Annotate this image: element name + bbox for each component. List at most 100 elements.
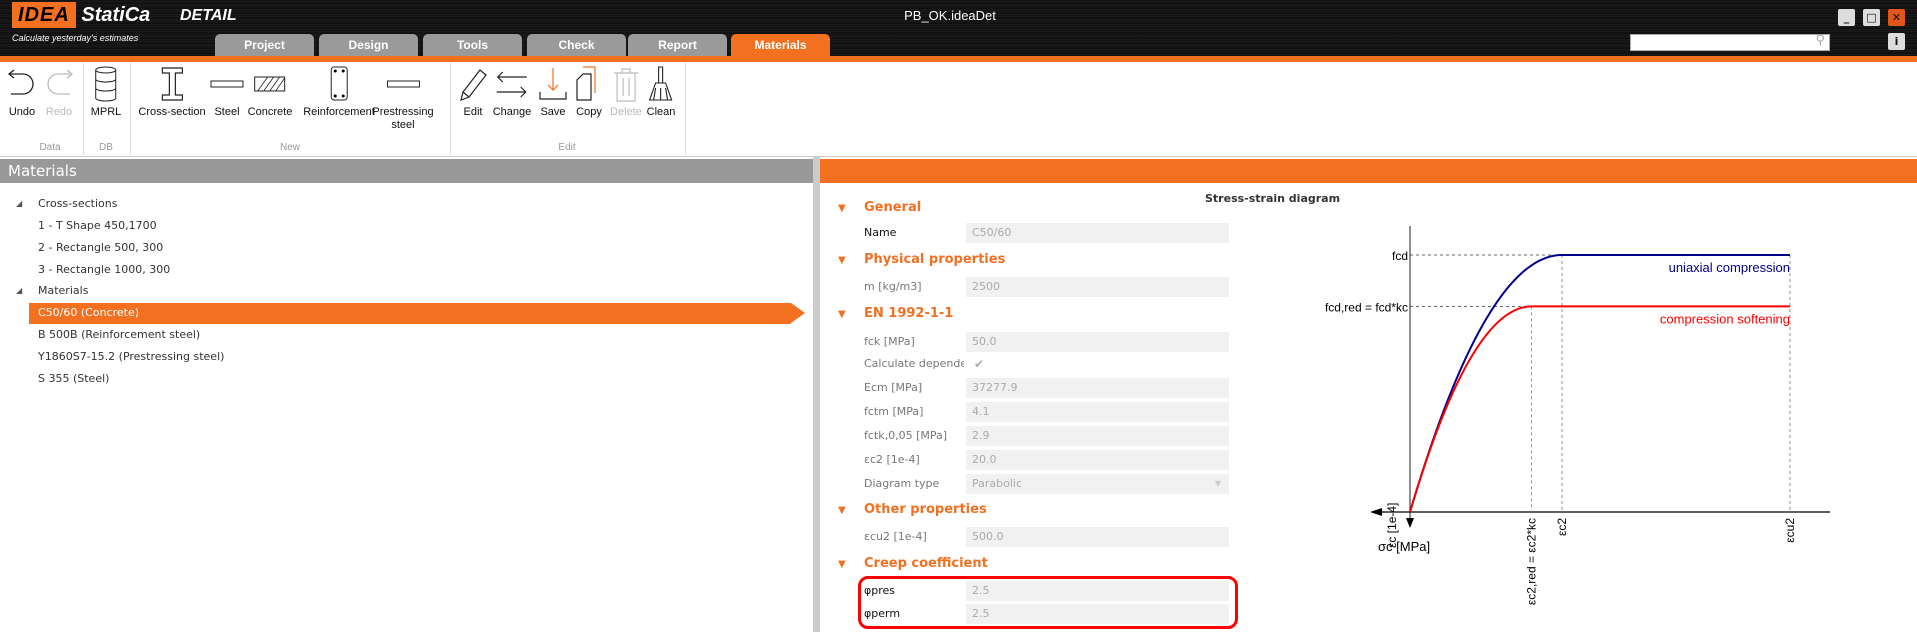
cross-section-button[interactable]: Cross-section	[138, 66, 206, 119]
ecu2-field[interactable]: 500.0	[966, 527, 1229, 547]
undo-icon	[7, 69, 34, 95]
delete-button[interactable]: Delete	[610, 66, 642, 119]
save-download-icon	[539, 68, 567, 100]
diagram-type-row: Diagram type Parabolic ▼	[864, 474, 1234, 494]
collapse-triangle-icon[interactable]: ▼	[838, 200, 856, 218]
x-tick-label: εc2,red = εc2*kc	[1525, 518, 1539, 605]
y-axis-label: σc [MPa]	[1378, 539, 1430, 554]
tree-item[interactable]: 2 - Rectangle 500, 300	[0, 238, 810, 258]
y-axis-arrow	[1406, 518, 1414, 528]
slogan: Calculate yesterday's estimates	[12, 33, 139, 43]
expand-triangle-icon[interactable]: ◢	[16, 194, 22, 214]
fctk-row: fctk,0,05 [MPa] 2.9	[864, 426, 1234, 446]
redo-icon	[47, 69, 74, 95]
section-other-properties[interactable]: ▼ Other properties	[838, 501, 987, 519]
redo-button[interactable]: Redo	[42, 66, 76, 119]
ribbon: Undo Redo MPRL Cross-section Steel Concr…	[0, 62, 1917, 157]
collapse-triangle-icon[interactable]: ▼	[838, 556, 856, 574]
database-icon	[95, 66, 117, 102]
pencil-icon	[460, 69, 487, 101]
selection-highlight	[29, 303, 805, 324]
series-line-uniaxial-compression	[1409, 254, 1790, 513]
series-line-compression-softening	[1409, 305, 1790, 513]
series-label: compression softening	[1660, 311, 1790, 326]
tab-project[interactable]: Project	[215, 34, 314, 56]
ribbon-separator	[83, 62, 84, 155]
tree-group-cross-sections[interactable]: ◢ Cross-sections	[0, 194, 810, 214]
density-row: m [kg/m3] 2500	[864, 277, 1234, 297]
copy-icon	[576, 66, 596, 101]
ec2-row: εc2 [1e-4] 20.0	[864, 450, 1234, 470]
copy-button[interactable]: Copy	[575, 66, 603, 119]
y-tick-label: fcd,red = fcd*kc	[1325, 300, 1408, 314]
steel-button[interactable]: Steel	[210, 66, 244, 119]
collapse-triangle-icon[interactable]: ▼	[838, 252, 856, 270]
tab-check[interactable]: Check	[527, 34, 626, 56]
series-label: uniaxial compression	[1669, 260, 1790, 275]
close-button[interactable]: ✕	[1888, 9, 1905, 26]
edit-button[interactable]: Edit	[458, 66, 488, 119]
density-field[interactable]: 2500	[966, 277, 1229, 297]
fctk-field[interactable]: 2.9	[966, 426, 1229, 446]
search-icon: ⚲	[1815, 33, 1825, 48]
tree-item[interactable]: 1 - T Shape 450,1700	[0, 216, 810, 236]
ribbon-separator	[685, 62, 686, 155]
reinforcement-icon	[330, 66, 348, 101]
steel-bar-icon	[210, 80, 244, 88]
section-creep-coefficient[interactable]: ▼ Creep coefficient	[838, 555, 988, 573]
ec2-field[interactable]: 20.0	[966, 450, 1229, 470]
tree-item[interactable]: 3 - Rectangle 1000, 300	[0, 260, 810, 280]
fck-row: fck [MPa] 50.0	[864, 332, 1234, 352]
maximize-button[interactable]: □	[1863, 9, 1880, 26]
dropdown-arrow-icon: ▼	[1214, 479, 1221, 488]
tree-item-selected[interactable]: C50/60 (Concrete)	[0, 302, 810, 324]
creep-highlight-box	[858, 576, 1238, 629]
expand-triangle-icon[interactable]: ◢	[16, 281, 22, 301]
section-physical-properties[interactable]: ▼ Physical properties	[838, 251, 1005, 269]
save-button[interactable]: Save	[538, 66, 568, 119]
x-tick-label: εc2	[1555, 518, 1569, 536]
panel-splitter[interactable]	[813, 157, 820, 632]
search-input[interactable]: ⚲	[1630, 33, 1830, 51]
undo-button[interactable]: Undo	[5, 66, 39, 119]
reinforcement-button[interactable]: Reinforcement	[303, 66, 375, 119]
group-label-edit: Edit	[558, 142, 576, 153]
info-button[interactable]: i	[1888, 33, 1905, 50]
tree-item[interactable]: B 500B (Reinforcement steel)	[0, 325, 810, 345]
tree-item[interactable]: Y1860S7-15.2 (Prestressing steel)	[0, 347, 810, 367]
collapse-triangle-icon[interactable]: ▼	[838, 306, 856, 324]
name-field[interactable]: C50/60	[966, 223, 1229, 243]
calculate-dependent-checkbox[interactable]: ✔	[974, 354, 984, 374]
clean-button[interactable]: Clean	[647, 66, 675, 119]
tab-design[interactable]: Design	[319, 34, 418, 56]
tab-tools[interactable]: Tools	[423, 34, 522, 56]
fctm-field[interactable]: 4.1	[966, 402, 1229, 422]
collapse-triangle-icon[interactable]: ▼	[838, 502, 856, 520]
fck-field[interactable]: 50.0	[966, 332, 1229, 352]
broom-icon	[649, 66, 673, 101]
tab-report[interactable]: Report	[628, 34, 727, 56]
swap-arrows-icon	[496, 71, 527, 98]
stress-strain-chart: fcd fcd,red = fcd*kc εc2,red = εc2*kc εc2 εc…	[1325, 226, 1830, 605]
concrete-button[interactable]: Concrete	[248, 66, 292, 119]
tab-materials[interactable]: Materials	[731, 34, 830, 56]
ribbon-separator	[450, 62, 451, 155]
change-button[interactable]: Change	[493, 66, 531, 119]
section-en-1992-1-1[interactable]: ▼ EN 1992-1-1	[838, 305, 953, 323]
prestressing-steel-button[interactable]: Prestressing steel	[372, 66, 434, 132]
x-axis-arrow	[1370, 508, 1382, 516]
diagram-type-select[interactable]: Parabolic ▼	[966, 474, 1229, 494]
tree-group-materials[interactable]: ◢ Materials	[0, 281, 810, 301]
mprl-button[interactable]: MPRL	[91, 66, 121, 119]
tree-item[interactable]: S 355 (Steel)	[0, 369, 810, 389]
y-tick-label: fcd	[1392, 249, 1408, 263]
minimize-button[interactable]: _	[1838, 9, 1855, 26]
name-row: Name C50/60	[864, 223, 1234, 243]
group-label-data: Data	[39, 142, 61, 153]
ecm-field[interactable]: 37277.9	[966, 378, 1229, 398]
section-general[interactable]: ▼ General	[838, 199, 921, 217]
idea-statica-logo: IDEA StatiCa	[12, 2, 150, 28]
trash-icon	[613, 68, 638, 102]
i-beam-icon	[161, 67, 183, 101]
x-tick-label: εcu2	[1783, 518, 1797, 543]
